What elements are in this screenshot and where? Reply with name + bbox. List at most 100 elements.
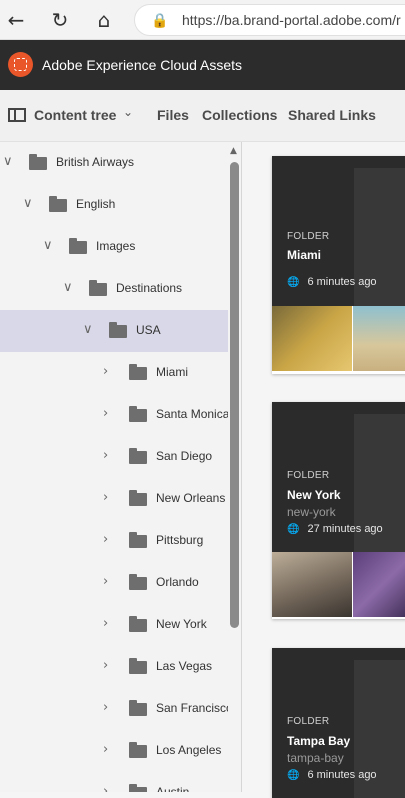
folder-icon xyxy=(129,700,147,716)
chevron-right-icon[interactable]: › xyxy=(103,490,108,505)
tree-item-destinations[interactable]: ∨ Destinations xyxy=(0,268,228,310)
tree-item-label: San Francisco xyxy=(156,701,228,715)
view-toolbar: Content tree ⌄ Files Collections Shared … xyxy=(0,90,405,142)
back-icon[interactable]: ← xyxy=(4,8,28,32)
tree-item-label: USA xyxy=(136,323,161,337)
tree-item-pittsburg[interactable]: › Pittsburg xyxy=(0,520,228,562)
tree-item-san-diego[interactable]: › San Diego xyxy=(0,436,228,478)
card-time: 27 minutes ago xyxy=(307,523,383,535)
address-bar[interactable]: 🔒 https://ba.brand-portal.adobe.com/r xyxy=(134,4,405,36)
lock-icon[interactable]: 🔒 xyxy=(151,13,168,29)
chevron-right-icon[interactable]: › xyxy=(103,364,108,379)
folder-icon xyxy=(69,238,87,254)
folder-icon xyxy=(129,448,147,464)
scrollbar-thumb[interactable] xyxy=(230,162,239,628)
card-time: 6 minutes ago xyxy=(307,276,377,288)
card-modified: 🌐 6 minutes ago xyxy=(287,276,377,288)
chevron-right-icon[interactable]: › xyxy=(103,784,108,792)
tree-item-new-york[interactable]: › New York xyxy=(0,604,228,646)
card-title: Miami xyxy=(287,248,322,262)
card-title: Tampa Bay xyxy=(287,734,351,748)
url-text[interactable]: https://ba.brand-portal.adobe.com/r xyxy=(182,12,401,28)
tree-item-label: Austin xyxy=(156,785,190,792)
tab-shared-links[interactable]: Shared Links xyxy=(288,107,376,123)
folder-icon xyxy=(129,490,147,506)
home-icon[interactable]: ⌂ xyxy=(92,8,116,32)
tree-item-miami[interactable]: › Miami xyxy=(0,352,228,394)
folder-card-new-york[interactable]: FOLDER New York new-york 🌐 27 minutes ago xyxy=(272,402,405,619)
browser-toolbar: ← ↻ ⌂ 🔒 https://ba.brand-portal.adobe.co… xyxy=(0,0,405,40)
folder-card-miami[interactable]: FOLDER Miami 🌐 6 minutes ago xyxy=(272,156,405,374)
tree-item-label: Orlando xyxy=(156,575,199,589)
chevron-right-icon[interactable]: › xyxy=(103,742,108,757)
folder-icon xyxy=(129,406,147,422)
folder-icon xyxy=(129,784,147,792)
tree-item-label: Las Vegas xyxy=(156,659,213,673)
tree-item-label: Images xyxy=(96,239,136,253)
tree-item-label: Destinations xyxy=(116,281,183,295)
folder-card-tampa-bay[interactable]: FOLDER Tampa Bay tampa-bay 🌐 6 minutes ag… xyxy=(272,648,405,798)
scroll-up-icon[interactable]: ▲ xyxy=(230,146,237,156)
tree-item-british-airways[interactable]: ∨ British Airways xyxy=(0,142,228,184)
chevron-down-icon[interactable]: ⌄ xyxy=(123,105,133,119)
tab-collections[interactable]: Collections xyxy=(202,107,277,123)
adobe-assets-logo-icon[interactable] xyxy=(8,52,33,77)
preview-image xyxy=(272,552,352,617)
reload-icon[interactable]: ↻ xyxy=(48,8,72,32)
folder-icon xyxy=(129,574,147,590)
card-kind: FOLDER xyxy=(287,231,330,242)
card-kind: FOLDER xyxy=(287,716,330,727)
tree-item-label: Miami xyxy=(156,365,188,379)
globe-icon: 🌐 xyxy=(287,277,300,288)
tree-item-usa[interactable]: ∨ USA xyxy=(0,310,228,352)
folder-icon xyxy=(129,532,147,548)
folder-icon xyxy=(49,196,67,212)
chevron-down-icon[interactable]: ∨ xyxy=(83,322,93,337)
chevron-down-icon[interactable]: ∨ xyxy=(63,280,73,295)
tree-item-austin[interactable]: › Austin xyxy=(0,772,228,792)
tree-item-english[interactable]: ∨ English xyxy=(0,184,228,226)
card-title: New York xyxy=(287,488,341,502)
chevron-right-icon[interactable]: › xyxy=(103,406,108,421)
preview-image xyxy=(353,306,405,371)
card-preview-images xyxy=(272,552,405,617)
globe-icon: 🌐 xyxy=(287,770,300,781)
tree-item-label: English xyxy=(76,197,116,211)
tree-item-label: San Diego xyxy=(156,449,213,463)
globe-icon: 🌐 xyxy=(287,524,300,535)
rail-toggle-icon[interactable] xyxy=(8,108,26,122)
card-preview-images xyxy=(272,306,405,371)
chevron-down-icon[interactable]: ∨ xyxy=(43,238,53,253)
tree-item-label: Los Angeles xyxy=(156,743,222,757)
tree-item-san-francisco[interactable]: › San Francisco xyxy=(0,688,228,730)
chevron-right-icon[interactable]: › xyxy=(103,700,108,715)
folder-icon xyxy=(129,364,147,380)
tree-scrollbar[interactable]: ▲ xyxy=(228,142,241,792)
folder-icon xyxy=(129,742,147,758)
chevron-right-icon[interactable]: › xyxy=(103,616,108,631)
card-modified: 🌐 6 minutes ago xyxy=(287,769,377,781)
chevron-down-icon[interactable]: ∨ xyxy=(23,196,33,211)
chevron-right-icon[interactable]: › xyxy=(103,532,108,547)
chevron-right-icon[interactable]: › xyxy=(103,448,108,463)
tree-item-new-orleans[interactable]: › New Orleans xyxy=(0,478,228,520)
chevron-right-icon[interactable]: › xyxy=(103,574,108,589)
tree-item-images[interactable]: ∨ Images xyxy=(0,226,228,268)
tab-files[interactable]: Files xyxy=(157,107,189,123)
tree-item-las-vegas[interactable]: › Las Vegas xyxy=(0,646,228,688)
content-tree-button[interactable]: Content tree xyxy=(34,107,116,123)
asset-grid: FOLDER Miami 🌐 6 minutes ago FOLDER New Y… xyxy=(241,142,405,798)
chevron-down-icon[interactable]: ∨ xyxy=(3,154,13,169)
chevron-right-icon[interactable]: › xyxy=(103,658,108,673)
tree-item-los-angeles[interactable]: › Los Angeles xyxy=(0,730,228,772)
folder-icon xyxy=(129,658,147,674)
folder-icon xyxy=(129,616,147,632)
tree-item-label: New Orleans xyxy=(156,491,226,505)
content-tree: ∨ British Airways ∨ English ∨ Images ∨ Destinat… xyxy=(0,142,228,792)
card-slug: tampa-bay xyxy=(287,751,344,765)
tree-item-orlando[interactable]: › Orlando xyxy=(0,562,228,604)
tree-item-label: Santa Monica xyxy=(156,407,228,421)
preview-image xyxy=(272,306,352,371)
tree-item-santa-monica[interactable]: › Santa Monica xyxy=(0,394,228,436)
tree-item-label: New York xyxy=(156,617,207,631)
